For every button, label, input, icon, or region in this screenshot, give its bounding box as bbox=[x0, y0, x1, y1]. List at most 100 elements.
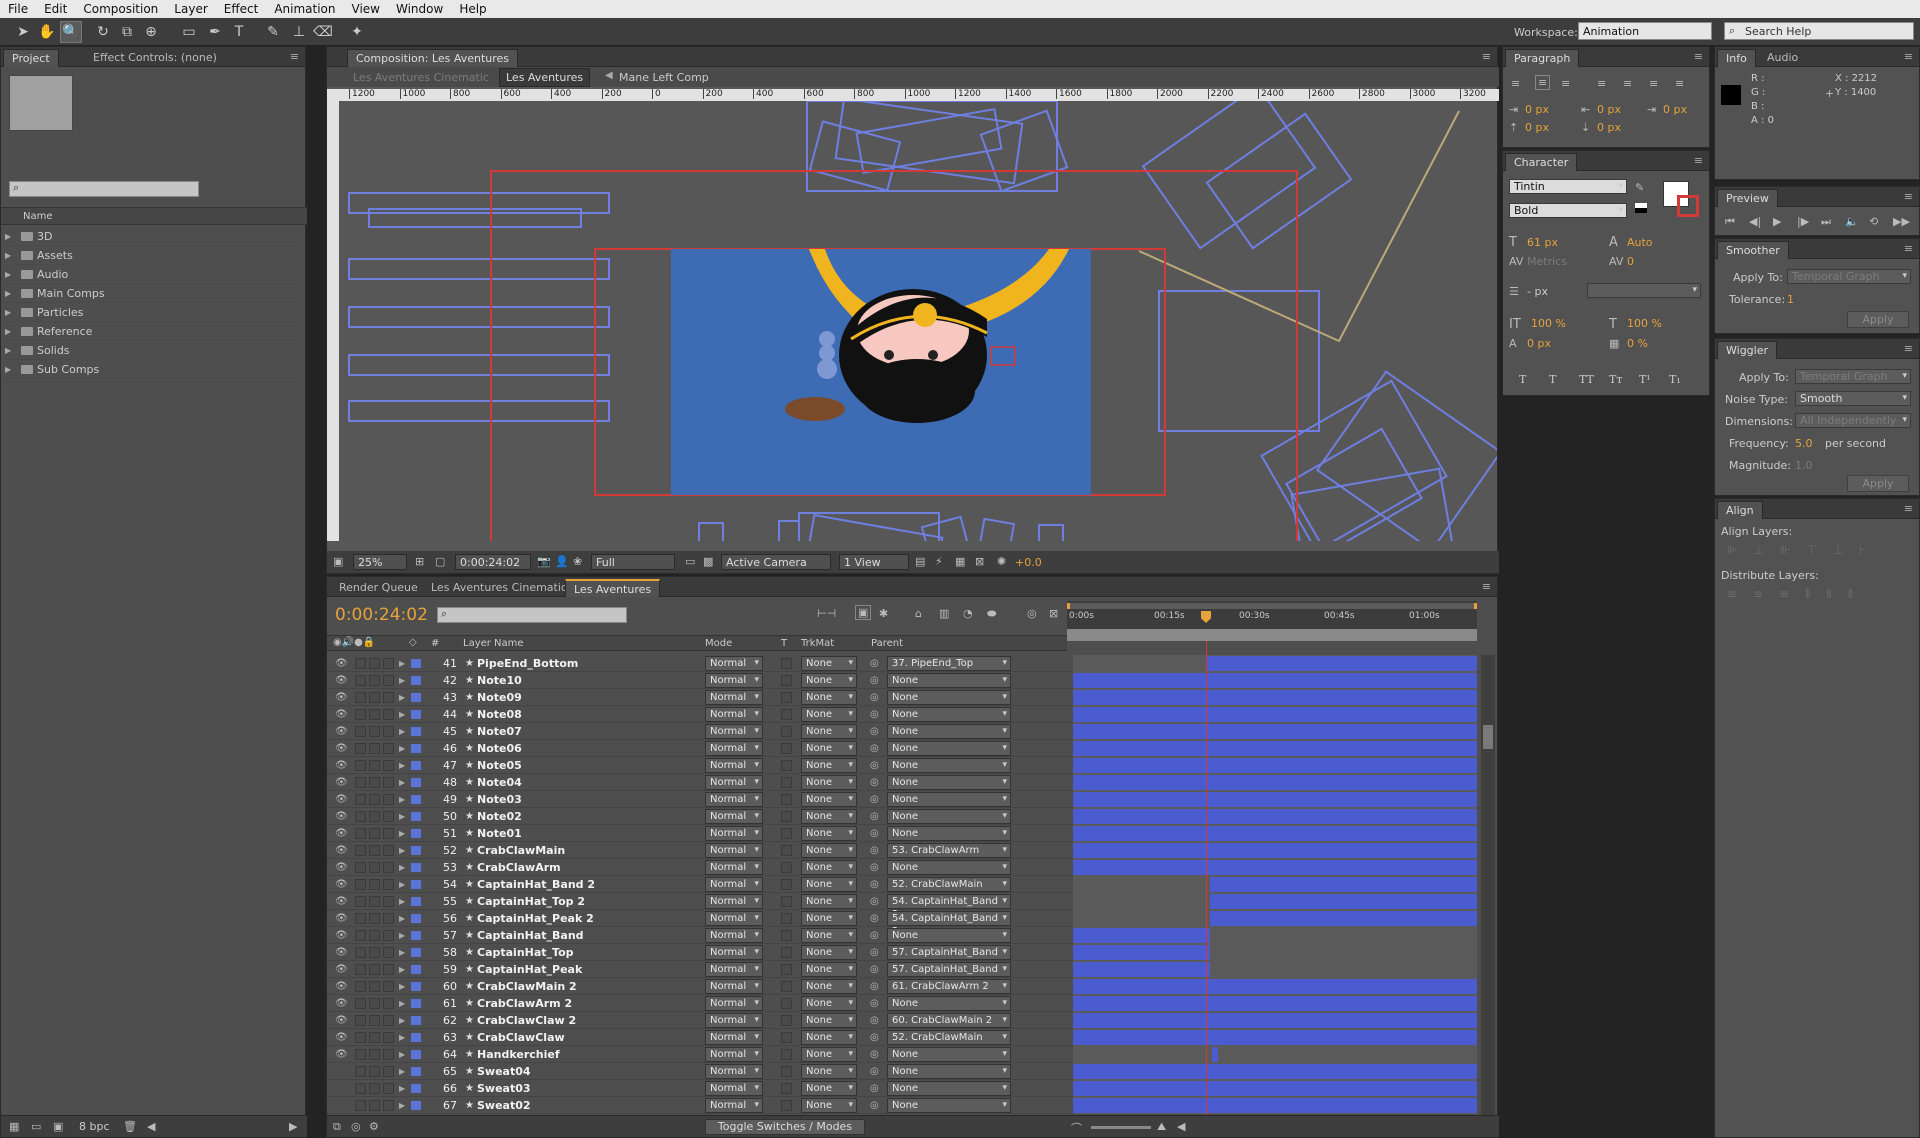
lock-switch[interactable] bbox=[383, 709, 394, 720]
visibility-eye-icon[interactable]: 👁 bbox=[335, 689, 348, 706]
layer-name[interactable]: CrabClawClaw bbox=[477, 1029, 565, 1046]
layer-duration-bar[interactable] bbox=[1073, 945, 1211, 960]
track-matte-select[interactable]: None bbox=[801, 1030, 857, 1045]
parent-select[interactable]: 52. CrabClawMain bbox=[887, 877, 1011, 892]
lock-switch[interactable] bbox=[383, 777, 394, 788]
eyedropper-icon[interactable]: ✎ bbox=[1635, 181, 1644, 194]
layer-duration-bar[interactable] bbox=[1073, 826, 1477, 841]
solo-switch[interactable] bbox=[369, 811, 380, 822]
horizontal-scale-value[interactable]: 100 % bbox=[1627, 317, 1662, 330]
hide-shy-layers-icon[interactable]: ⌂ bbox=[915, 607, 922, 620]
indent-right-value[interactable]: 0 px bbox=[1597, 103, 1621, 116]
layer-row[interactable]: ▶ 66 ★Sweat03 Normal None ◎ None bbox=[327, 1080, 1477, 1097]
preserve-transparency-switch[interactable] bbox=[781, 658, 792, 669]
layer-label-color[interactable] bbox=[411, 931, 421, 940]
layer-row[interactable]: 👁 ▶ 42 ★Note10 Normal None ◎ None bbox=[327, 672, 1477, 689]
flowchart-icon[interactable]: ⊠ bbox=[975, 555, 984, 568]
layer-row[interactable]: 👁 ▶ 43 ★Note09 Normal None ◎ None bbox=[327, 689, 1477, 706]
layer-duration-bar[interactable] bbox=[1073, 1013, 1477, 1028]
tab-les-aventures-cinematic[interactable]: Les Aventures Cinematic bbox=[423, 579, 575, 597]
solo-switch[interactable] bbox=[369, 1049, 380, 1060]
layer-label-color[interactable] bbox=[411, 693, 421, 702]
layer-label-color[interactable] bbox=[411, 659, 421, 668]
text-tool-icon[interactable]: T bbox=[228, 21, 250, 43]
expand-triangle-icon[interactable]: ▶ bbox=[5, 227, 11, 246]
workspace-select[interactable]: Animation bbox=[1578, 22, 1712, 40]
lock-switch[interactable] bbox=[383, 845, 394, 856]
preserve-transparency-switch[interactable] bbox=[781, 692, 792, 703]
pick-whip-icon[interactable]: ◎ bbox=[870, 859, 879, 876]
previous-frame-icon[interactable]: ◀| bbox=[1749, 215, 1761, 228]
tab-audio[interactable]: Audio bbox=[1759, 49, 1806, 67]
track-matte-select[interactable]: None bbox=[801, 877, 857, 892]
blend-mode-select[interactable]: Normal bbox=[705, 1081, 763, 1096]
transparency-grid-icon[interactable]: ▩ bbox=[703, 555, 713, 568]
blend-mode-select[interactable]: Normal bbox=[705, 758, 763, 773]
timeline-icon[interactable]: ▦ bbox=[955, 555, 965, 568]
solo-switch[interactable] bbox=[369, 947, 380, 958]
layer-name[interactable]: Sweat04 bbox=[477, 1063, 531, 1080]
loop-icon[interactable]: ⟲ bbox=[1869, 215, 1878, 228]
layer-row[interactable]: 👁 ▶ 54 ★CaptainHat_Band 2 Normal None ◎ 52. Cra… bbox=[327, 876, 1477, 893]
preserve-transparency-switch[interactable] bbox=[781, 896, 792, 907]
last-frame-icon[interactable]: ⏭ bbox=[1821, 215, 1831, 229]
wiggler-apply-button[interactable]: Apply bbox=[1847, 475, 1909, 492]
audio-switch[interactable] bbox=[355, 675, 366, 686]
layer-name[interactable]: PipeEnd_Bottom bbox=[477, 655, 578, 672]
parent-select[interactable]: 54. CaptainHat_Band 2 bbox=[887, 911, 1011, 937]
visibility-eye-icon[interactable]: 👁 bbox=[335, 995, 348, 1012]
layer-label-color[interactable] bbox=[411, 795, 421, 804]
tab-project[interactable]: Project bbox=[3, 49, 59, 67]
blend-mode-select[interactable]: Normal bbox=[705, 945, 763, 960]
grid-icon[interactable]: ⊞ bbox=[415, 555, 424, 568]
parent-select[interactable]: 52. CrabClawMain bbox=[887, 1030, 1011, 1045]
lock-switch[interactable] bbox=[383, 879, 394, 890]
blend-mode-select[interactable]: Normal bbox=[705, 690, 763, 705]
layer-duration-bar[interactable] bbox=[1073, 1064, 1477, 1079]
time-navigator[interactable] bbox=[1067, 629, 1477, 641]
parent-select[interactable]: None bbox=[887, 928, 1011, 943]
first-frame-icon[interactable]: ⏮ bbox=[1725, 215, 1735, 229]
pick-whip-icon[interactable]: ◎ bbox=[870, 1063, 879, 1080]
expand-triangle-icon[interactable]: ▶ bbox=[399, 1046, 405, 1063]
hand-tool-icon[interactable]: ✋ bbox=[36, 21, 58, 43]
audio-switch[interactable] bbox=[355, 1100, 366, 1111]
project-folder[interactable]: ▶ 3D bbox=[1, 227, 301, 246]
layer-name[interactable]: Note09 bbox=[477, 689, 522, 706]
audio-switch[interactable] bbox=[355, 998, 366, 1009]
expand-triangle-icon[interactable]: ▶ bbox=[399, 740, 405, 757]
expand-triangle-icon[interactable]: ▶ bbox=[399, 944, 405, 961]
blend-mode-select[interactable]: Normal bbox=[705, 928, 763, 943]
visibility-eye-icon[interactable]: 👁 bbox=[335, 825, 348, 842]
time-ruler[interactable]: 0:00s 00:15s 00:30s 00:45s 01:00s bbox=[1067, 601, 1477, 641]
panel-menu-icon[interactable]: ≡ bbox=[1482, 50, 1491, 63]
brainstorm-icon[interactable]: ⬬ bbox=[987, 607, 996, 621]
layer-name[interactable]: CrabClawClaw 2 bbox=[477, 1012, 576, 1029]
layer-row[interactable]: 👁 ▶ 56 ★CaptainHat_Peak 2 Normal None ◎ 54. Cap… bbox=[327, 910, 1477, 937]
audio-switch[interactable] bbox=[355, 726, 366, 737]
puppet-tool-icon[interactable]: ✦ bbox=[346, 21, 368, 43]
layer-name[interactable]: CrabClawMain 2 bbox=[477, 978, 577, 995]
text-style-button[interactable]: T₁ bbox=[1669, 373, 1681, 386]
pick-whip-icon[interactable]: ◎ bbox=[870, 910, 879, 927]
parent-select[interactable]: 60. CrabClawMain 2 bbox=[887, 1013, 1011, 1028]
visibility-eye-icon[interactable]: 👁 bbox=[335, 1029, 348, 1046]
blend-mode-select[interactable]: Normal bbox=[705, 707, 763, 722]
expand-triangle-icon[interactable]: ▶ bbox=[399, 1063, 405, 1080]
tracking-value[interactable]: 0 bbox=[1627, 255, 1634, 268]
preserve-transparency-switch[interactable] bbox=[781, 794, 792, 805]
layer-row[interactable]: 👁 ▶ 57 ★CaptainHat_Band Normal None ◎ None bbox=[327, 927, 1477, 944]
track-matte-select[interactable]: None bbox=[801, 826, 857, 841]
audio-switch[interactable] bbox=[355, 896, 366, 907]
dimensions-select[interactable]: All Independently bbox=[1795, 413, 1911, 428]
layer-label-color[interactable] bbox=[411, 846, 421, 855]
lock-switch[interactable] bbox=[383, 862, 394, 873]
track-matte-select[interactable]: None bbox=[801, 673, 857, 688]
layer-name[interactable]: Note02 bbox=[477, 808, 522, 825]
pick-whip-icon[interactable]: ◎ bbox=[870, 1097, 879, 1114]
audio-switch[interactable] bbox=[355, 743, 366, 754]
audio-switch[interactable] bbox=[355, 981, 366, 992]
pan-behind-tool-icon[interactable]: ⊕ bbox=[140, 21, 162, 43]
expand-triangle-icon[interactable]: ▶ bbox=[399, 978, 405, 995]
layer-duration-bar[interactable] bbox=[1073, 741, 1477, 756]
